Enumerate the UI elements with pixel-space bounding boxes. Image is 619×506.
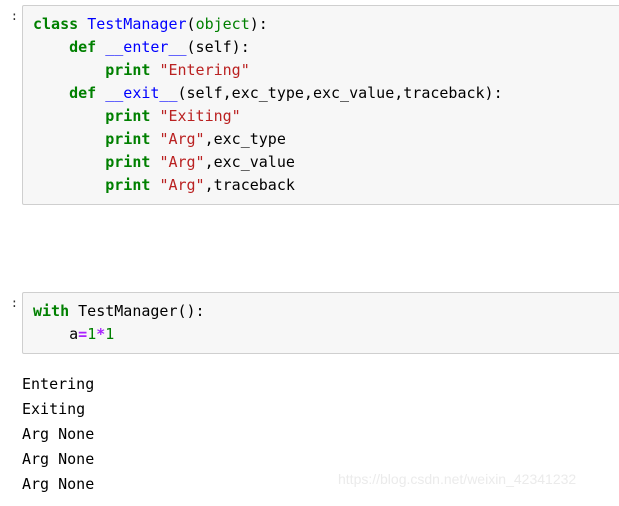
code-token-punct: (): — [177, 302, 205, 320]
output-line: Entering — [22, 375, 95, 393]
code-token-kw: class — [33, 15, 79, 33]
code-token-str: "Exiting" — [159, 107, 241, 125]
code-line: def __enter__(self): — [33, 36, 619, 59]
code-token-str: "Arg" — [159, 130, 205, 148]
cell-prompt-1: : — [10, 9, 18, 23]
code-line: print "Arg",traceback — [33, 174, 619, 197]
code-line: a=1*1 — [33, 323, 619, 346]
code-token-plain: TestManager — [78, 302, 178, 320]
code-token-fn: __exit__ — [105, 84, 178, 102]
code-token-kw: print — [105, 153, 151, 171]
code-line: print "Exiting" — [33, 105, 619, 128]
code-token-plain: a — [33, 325, 79, 343]
code-token-op: = — [78, 325, 88, 343]
code-token-plain: ,traceback — [204, 176, 295, 194]
code-line: def __exit__(self,exc_type,exc_value,tra… — [33, 82, 619, 105]
code-line: print "Arg",exc_type — [33, 128, 619, 151]
code-token-kw: def — [69, 38, 97, 56]
code-token-kw: print — [105, 107, 151, 125]
code-token-kw: print — [105, 176, 151, 194]
code-editor-2[interactable]: with TestManager(): a=1*1 — [22, 292, 619, 354]
code-token-kw: def — [69, 84, 97, 102]
code-token-plain: ,exc_type — [204, 130, 286, 148]
code-token-fn: __enter__ — [105, 38, 187, 56]
code-token-kw: print — [105, 61, 151, 79]
notebook-cell-code-1[interactable]: : class TestManager(object): def __enter… — [0, 5, 619, 205]
output-line: Arg None — [22, 425, 95, 443]
code-token-punct: (self): — [186, 38, 250, 56]
output-line: Arg None — [22, 450, 95, 468]
code-token-punct: ( — [186, 15, 196, 33]
code-token-str: "Arg" — [159, 176, 205, 194]
code-token-kw: with — [33, 302, 70, 320]
notebook-cell-code-2[interactable]: : with TestManager(): a=1*1 — [0, 292, 619, 354]
code-token-builtin: object — [195, 15, 250, 33]
code-token-op: * — [96, 325, 106, 343]
code-token-num: 1 — [105, 325, 115, 343]
code-line: print "Arg",exc_value — [33, 151, 619, 174]
code-line: print "Entering" — [33, 59, 619, 82]
code-token-kw: print — [105, 130, 151, 148]
code-line: with TestManager(): — [33, 300, 619, 323]
code-token-str: "Entering" — [159, 61, 250, 79]
cell-prompt-2: : — [10, 296, 18, 310]
watermark-text: https://blog.csdn.net/weixin_42341232 — [338, 471, 577, 487]
code-line: class TestManager(object): — [33, 13, 619, 36]
code-token-str: "Arg" — [159, 153, 205, 171]
code-token-cls: TestManager — [87, 15, 187, 33]
code-token-punct: (self,exc_type,exc_value,traceback): — [177, 84, 503, 102]
code-token-num: 1 — [87, 325, 97, 343]
code-token-plain: ,exc_value — [204, 153, 295, 171]
code-editor-1[interactable]: class TestManager(object): def __enter__… — [22, 5, 619, 205]
output-line: Exiting — [22, 400, 86, 418]
code-token-punct: ): — [249, 15, 268, 33]
